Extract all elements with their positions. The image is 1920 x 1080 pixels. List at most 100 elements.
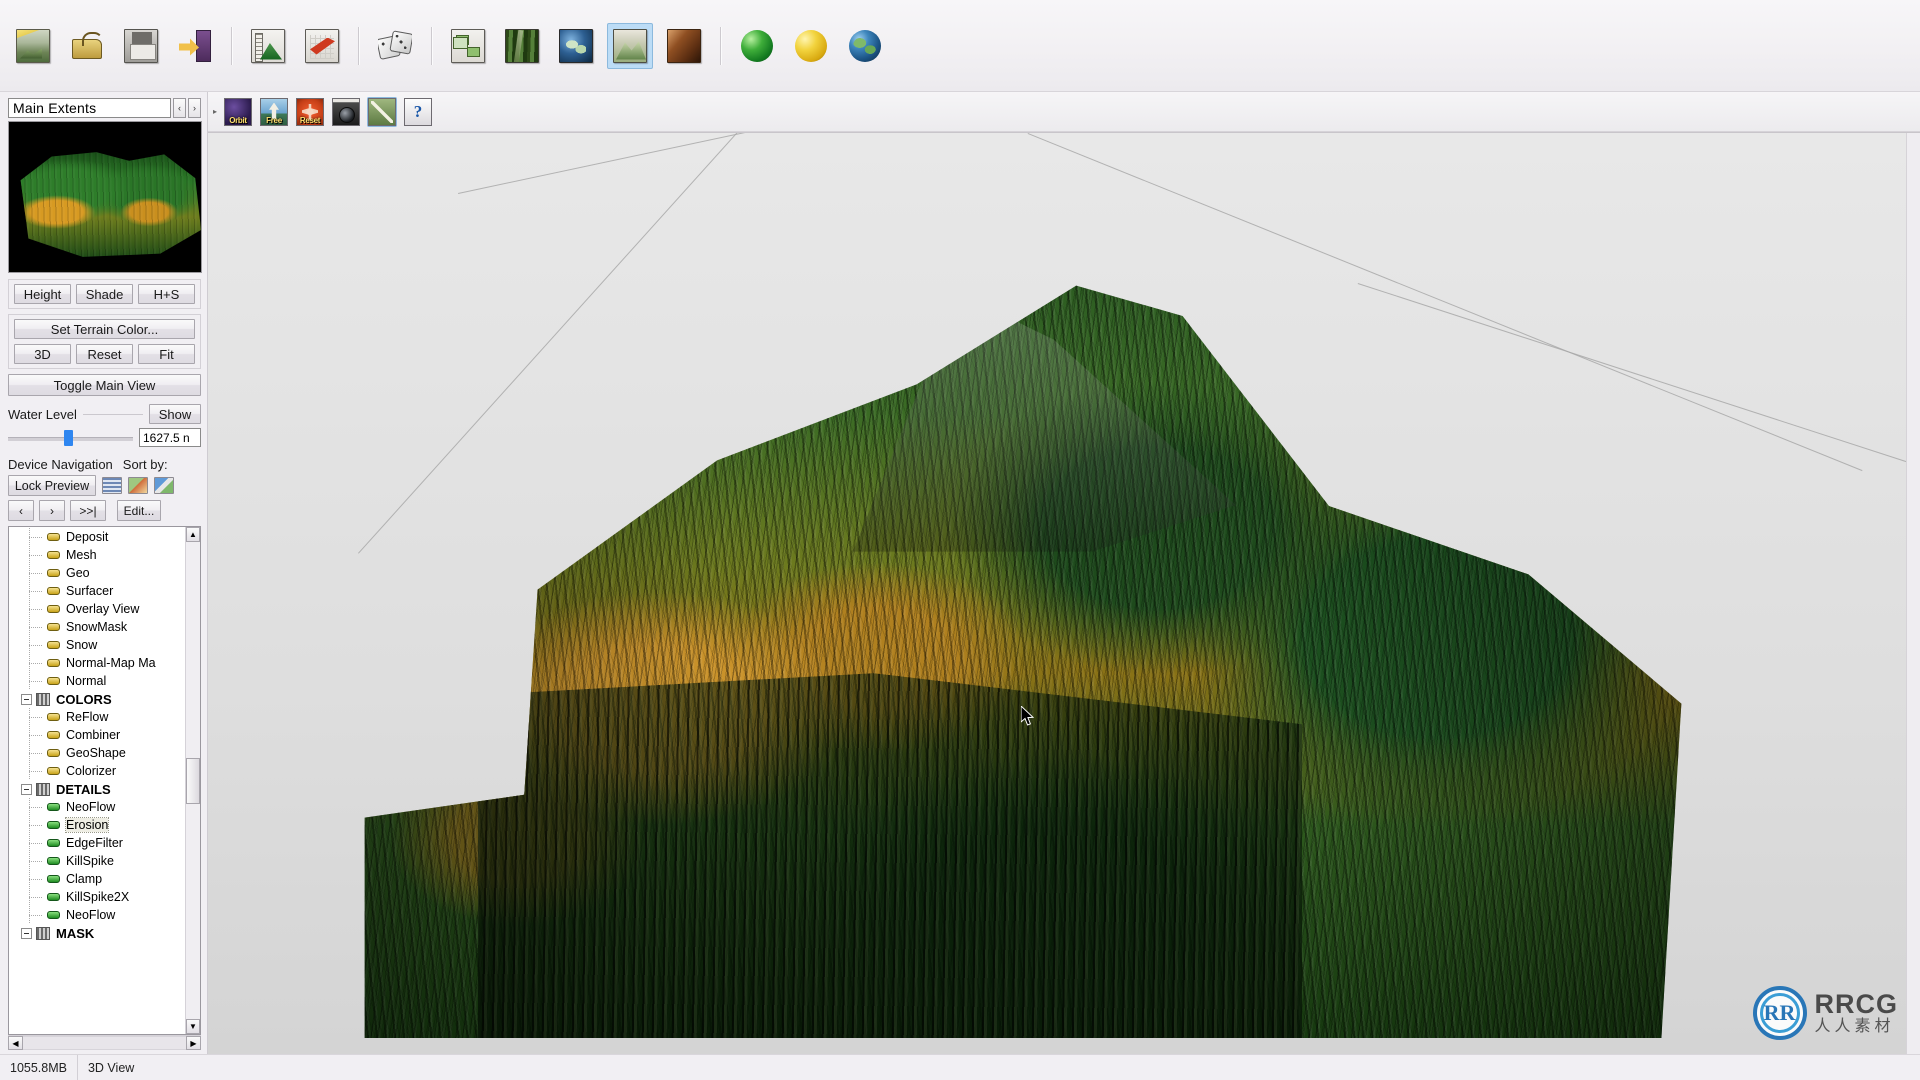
- scroll-thumb[interactable]: [186, 757, 200, 804]
- h-plus-s-button[interactable]: H+S: [138, 284, 195, 304]
- tree-item[interactable]: ReFlow: [9, 708, 185, 726]
- lock-preview-button[interactable]: Lock Preview: [8, 475, 96, 496]
- toolbar-height-field-button[interactable]: [245, 23, 291, 69]
- toolbar-device-network-button[interactable]: [445, 23, 491, 69]
- tree-item[interactable]: Colorizer: [9, 762, 185, 780]
- diagonal-line-icon: [369, 98, 395, 125]
- scroll-left-icon[interactable]: ◀: [8, 1036, 23, 1050]
- view-3d-button[interactable]: 3D: [14, 344, 71, 364]
- tree-group-mask[interactable]: MASK: [9, 924, 185, 942]
- tree-group-colors[interactable]: COLORS: [9, 690, 185, 708]
- device-tree[interactable]: Deposit Mesh Geo Surfacer Overlay View SnowMa…: [8, 526, 201, 1035]
- view-help-button[interactable]: [403, 97, 433, 127]
- device-next-button[interactable]: ›: [39, 500, 65, 521]
- extents-prev-button[interactable]: ‹: [173, 98, 186, 118]
- tree-item[interactable]: NeoFlow: [9, 906, 185, 924]
- tree-group-details[interactable]: DETAILS: [9, 780, 185, 798]
- collapse-icon[interactable]: [21, 783, 32, 795]
- tree-item[interactable]: Clamp: [9, 870, 185, 888]
- group-folder-icon: [36, 782, 50, 796]
- tree-item[interactable]: Erosion: [9, 816, 185, 834]
- tree-indent-guide: [9, 816, 47, 834]
- toolbar-new-terrain-button[interactable]: [10, 23, 56, 69]
- view-camera-button[interactable]: [331, 97, 361, 127]
- view-reset-button[interactable]: Reset: [295, 97, 325, 127]
- tree-item[interactable]: SnowMask: [9, 618, 185, 636]
- toolbar-render-green-button[interactable]: [734, 23, 780, 69]
- sort-list-icon[interactable]: [102, 477, 122, 494]
- device-edit-button[interactable]: Edit...: [117, 500, 161, 521]
- toolbar-save-button[interactable]: [118, 23, 164, 69]
- water-level-show-button[interactable]: Show: [149, 404, 201, 424]
- toolbar-terrain-view-button[interactable]: [607, 22, 653, 69]
- view-fit-button[interactable]: Fit: [138, 344, 195, 364]
- scroll-right-icon[interactable]: ▶: [186, 1036, 201, 1050]
- device-tree-horizontal-scrollbar[interactable]: ◀ ▶: [8, 1035, 201, 1050]
- tree-item[interactable]: KillSpike2X: [9, 888, 185, 906]
- tree-item[interactable]: Overlay View: [9, 600, 185, 618]
- toolbar-world-view-button[interactable]: [553, 23, 599, 69]
- view-wireframe-button[interactable]: [367, 96, 397, 127]
- height-button[interactable]: Height: [14, 284, 71, 304]
- texture-icon: [505, 28, 539, 63]
- 3d-viewport[interactable]: RR RRCG 人人素材: [208, 132, 1920, 1054]
- green-node-icon: [47, 875, 60, 883]
- tree-group-label: DETAILS: [56, 781, 111, 797]
- scroll-down-icon[interactable]: ▼: [186, 1019, 200, 1034]
- water-level-label: Water Level: [8, 406, 77, 422]
- toolbar-grip[interactable]: ▸: [210, 98, 220, 126]
- toolbar-rock-view-button[interactable]: [661, 23, 707, 69]
- tree-item[interactable]: Mesh: [9, 546, 185, 564]
- orbit-icon: Orbit: [225, 98, 251, 125]
- terrain-thumbnail[interactable]: [8, 121, 202, 273]
- water-level-value-field[interactable]: 1627.5 n: [139, 428, 201, 447]
- terrain-preview-icon: [613, 28, 647, 63]
- tree-item[interactable]: GeoShape: [9, 744, 185, 762]
- set-terrain-color-button[interactable]: Set Terrain Color...: [14, 319, 195, 339]
- toggle-main-view-button[interactable]: Toggle Main View: [8, 374, 201, 396]
- device-tree-scroll-area[interactable]: Deposit Mesh Geo Surfacer Overlay View SnowMa…: [9, 527, 185, 1034]
- collapse-icon[interactable]: [21, 693, 32, 705]
- view-reset-button[interactable]: Reset: [76, 344, 133, 364]
- terrain-shadow-left: [364, 285, 917, 1038]
- toolbar-render-earth-button[interactable]: [842, 23, 888, 69]
- shade-button[interactable]: Shade: [76, 284, 133, 304]
- tree-item[interactable]: NeoFlow: [9, 798, 185, 816]
- viewport-vertical-scrollbar[interactable]: [1906, 133, 1920, 1054]
- tree-item-label: KillSpike2X: [66, 890, 130, 904]
- collapse-icon[interactable]: [21, 927, 32, 939]
- device-tree-vertical-scrollbar[interactable]: ▲ ▼: [185, 527, 200, 1034]
- water-level-row: 1627.5 n: [8, 428, 201, 447]
- green-node-icon: [47, 893, 60, 901]
- toolbar-save-as-button[interactable]: [172, 23, 218, 69]
- water-level-slider[interactable]: [8, 429, 133, 447]
- tree-item[interactable]: Combiner: [9, 726, 185, 744]
- tree-item[interactable]: Normal: [9, 672, 185, 690]
- group-folder-icon: [36, 692, 50, 706]
- tree-item[interactable]: Deposit: [9, 528, 185, 546]
- toolbar-texture-view-button[interactable]: [499, 23, 545, 69]
- tree-item[interactable]: Geo: [9, 564, 185, 582]
- toolbar-open-button[interactable]: [64, 23, 110, 69]
- tree-item[interactable]: Normal-Map Ma: [9, 654, 185, 672]
- sort-color-icon[interactable]: [154, 477, 174, 494]
- tree-item[interactable]: EdgeFilter: [9, 834, 185, 852]
- toolbar-edit-terrain-button[interactable]: [299, 23, 345, 69]
- free-move-icon: Free: [261, 98, 287, 125]
- tree-item[interactable]: Snow: [9, 636, 185, 654]
- device-last-button[interactable]: >>|: [70, 500, 106, 521]
- water-level-slider-thumb[interactable]: [64, 429, 74, 446]
- toolbar-render-yellow-button[interactable]: [788, 23, 834, 69]
- h-scroll-track[interactable]: [23, 1036, 186, 1050]
- sort-thumbnail-icon[interactable]: [128, 477, 148, 494]
- view-orbit-button[interactable]: Orbit: [223, 97, 253, 127]
- toolbar-randomize-button[interactable]: [372, 23, 418, 69]
- terrain-mesh[interactable]: [364, 285, 1682, 1038]
- device-prev-button[interactable]: ‹: [8, 500, 34, 521]
- view-free-button[interactable]: Free: [259, 97, 289, 127]
- scroll-up-icon[interactable]: ▲: [186, 527, 200, 542]
- extents-next-button[interactable]: ›: [188, 98, 201, 118]
- extents-combo[interactable]: Main Extents: [8, 98, 171, 118]
- tree-item[interactable]: KillSpike: [9, 852, 185, 870]
- tree-item[interactable]: Surfacer: [9, 582, 185, 600]
